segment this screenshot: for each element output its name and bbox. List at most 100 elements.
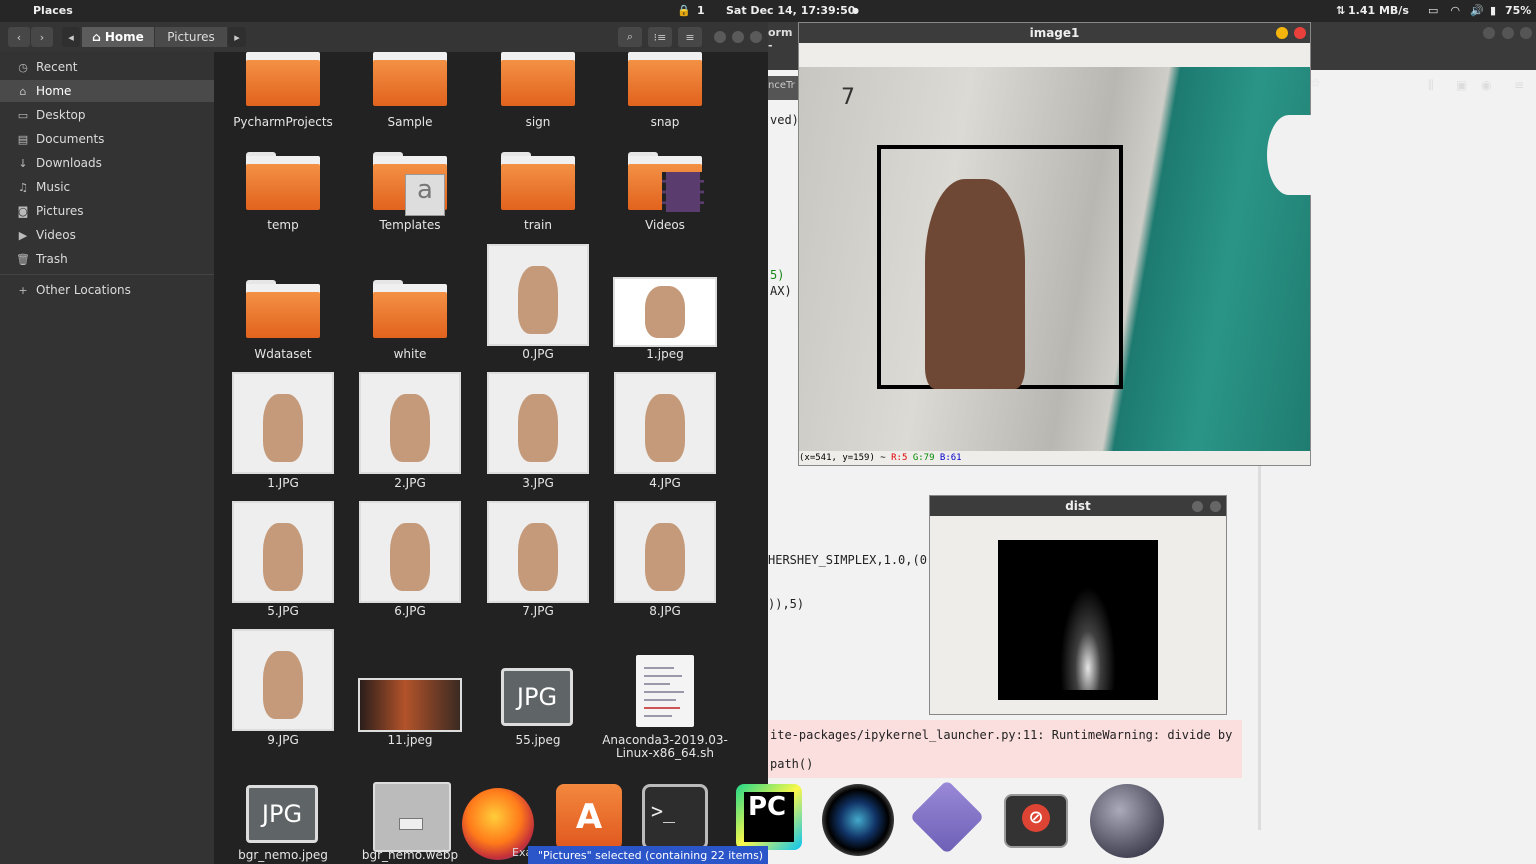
battery-icon[interactable]: ▮ <box>1490 4 1496 17</box>
file-item[interactable]: 3.JPG <box>483 372 593 492</box>
battery-percent[interactable]: 75% <box>1505 4 1531 17</box>
display-icon[interactable]: ▭ <box>1428 4 1438 17</box>
file-item[interactable]: 11.jpeg <box>355 629 465 759</box>
folder-icon <box>501 152 575 210</box>
sidebar-item-videos[interactable]: ▶ Videos <box>0 224 214 246</box>
window-minimize-icon[interactable] <box>714 31 726 43</box>
sidebar-item-recent[interactable]: ◷ Recent <box>0 56 214 78</box>
back-arrow-icon[interactable]: ‹ <box>8 27 30 47</box>
warning-line-1: ite-packages/ipykernel_launcher.py:11: R… <box>770 728 1233 742</box>
library-icon[interactable]: ⫼ <box>1428 78 1434 93</box>
breadcrumb-pictures[interactable]: Pictures <box>155 27 227 47</box>
file-item[interactable]: Sample <box>355 52 465 132</box>
volume-icon[interactable]: 🔊 <box>1470 4 1484 17</box>
image1-minimize-icon[interactable] <box>1276 27 1288 39</box>
file-item[interactable]: Videos <box>610 148 720 234</box>
webcam-icon[interactable] <box>822 784 894 856</box>
image1-window[interactable]: image1 7 (x=541, y=159) ~ R:5 G:79 B:61 <box>798 22 1311 466</box>
bg-window-close-icon[interactable] <box>1520 27 1532 39</box>
hamburger-menu-icon[interactable]: ≡ <box>678 27 702 47</box>
pycharm-icon[interactable]: PC <box>736 784 802 850</box>
sidebar-item-trash[interactable]: 🗑 Trash <box>0 248 214 270</box>
sidebar-item-pictures[interactable]: ◙ Pictures <box>0 200 214 222</box>
indicator-number[interactable]: 1 <box>697 4 705 17</box>
sidebar-item-downloads[interactable]: ↓ Downloads <box>0 152 214 174</box>
clock[interactable]: Sat Dec 14, 17:39:50 <box>726 4 855 17</box>
status-coords: (x=541, y=159) ~ <box>799 453 886 463</box>
download-icon: ↓ <box>18 156 28 170</box>
file-item[interactable]: 0.JPG <box>483 244 593 362</box>
file-item[interactable]: 1.JPG <box>228 372 338 492</box>
sidebar-item-other-locations[interactable]: + Other Locations <box>0 279 214 301</box>
terminal-icon[interactable]: >_ <box>642 784 708 850</box>
dist-window[interactable]: dist <box>929 495 1227 715</box>
window-close-icon[interactable] <box>750 31 762 43</box>
search-icon[interactable]: ⌕ <box>618 27 642 47</box>
software-center-icon[interactable]: A <box>556 784 622 850</box>
file-label: snap <box>650 115 680 129</box>
sidebar-label: Recent <box>36 60 78 74</box>
sidebar-item-desktop[interactable]: ▭ Desktop <box>0 104 214 126</box>
star-icon[interactable]: ☆ <box>1310 76 1330 90</box>
menu-icon[interactable]: ≡ <box>1514 78 1524 92</box>
sidebar-item-music[interactable]: ♫ Music <box>0 176 214 198</box>
file-item[interactable]: bgr_nemo.webp <box>355 772 465 864</box>
breadcrumb-right-icon[interactable]: ▸ <box>228 27 246 47</box>
file-item[interactable]: a Templates <box>355 148 465 234</box>
file-label: bgr_nemo.jpeg <box>238 848 328 862</box>
image-thumbnail <box>487 372 589 474</box>
file-item[interactable]: 9.JPG <box>228 629 338 759</box>
file-label: 1.JPG <box>267 476 299 490</box>
app-menu-title[interactable]: Places <box>33 4 73 17</box>
launchpad-rocket-icon[interactable] <box>1090 784 1164 858</box>
file-item[interactable]: white <box>355 246 465 362</box>
breadcrumb-left-icon[interactable]: ◂ <box>62 27 80 47</box>
file-item[interactable]: Anaconda3-2019.03-Linux-x86_64.sh <box>602 629 728 760</box>
file-label: 2.JPG <box>394 476 426 490</box>
file-item[interactable]: temp <box>228 148 338 234</box>
image-thumbnail <box>232 629 334 731</box>
breadcrumb-pictures-label: Pictures <box>167 30 215 44</box>
file-item[interactable]: 2.JPG <box>355 372 465 492</box>
folder-icon <box>628 52 702 106</box>
image1-close-icon[interactable] <box>1294 27 1306 39</box>
sidebar-label: Music <box>36 180 71 194</box>
file-item[interactable]: sign <box>483 52 593 132</box>
background-tab-fragment[interactable]: nceTr <box>768 76 798 100</box>
file-item[interactable]: 5.JPG <box>228 501 338 621</box>
wifi-icon[interactable]: ◠ <box>1451 4 1459 17</box>
file-label: 7.JPG <box>522 604 554 618</box>
dist-titlebar[interactable]: dist <box>930 496 1226 516</box>
view-options-icon[interactable]: ⁝≡ <box>648 27 672 47</box>
folder-icon <box>246 52 320 106</box>
forward-arrow-icon[interactable]: › <box>31 27 53 47</box>
file-item[interactable]: JPG bgr_nemo.jpeg <box>228 772 338 864</box>
blocked-app-icon[interactable]: ⊘ <box>1004 794 1068 848</box>
sidebar-toggle-icon[interactable]: ▣ <box>1456 78 1467 92</box>
image1-titlebar[interactable]: image1 <box>799 23 1310 43</box>
bg-window-max-icon[interactable] <box>1502 27 1514 39</box>
file-item[interactable]: Wdataset <box>228 246 338 362</box>
sidebar-item-home[interactable]: ⌂ Home <box>0 80 214 102</box>
dist-minimize-icon[interactable] <box>1192 501 1203 512</box>
file-item[interactable]: 4.JPG <box>610 372 720 492</box>
account-icon[interactable]: ◉ <box>1481 78 1491 92</box>
file-item[interactable]: 1.jpeg <box>610 246 720 362</box>
file-item[interactable]: 8.JPG <box>610 501 720 621</box>
dist-close-icon[interactable] <box>1210 501 1221 512</box>
file-item[interactable]: train <box>483 148 593 234</box>
window-maximize-icon[interactable] <box>732 31 744 43</box>
file-item[interactable]: 7.JPG <box>483 501 593 621</box>
background-title-fragment: orm - <box>768 26 793 52</box>
prediction-label: 7 <box>841 85 855 110</box>
sidebar-item-documents[interactable]: ▤ Documents <box>0 128 214 150</box>
file-item[interactable]: snap <box>610 52 720 132</box>
file-item[interactable]: JPG 55.jpeg <box>483 629 593 759</box>
file-item[interactable]: 6.JPG <box>355 501 465 621</box>
bg-window-min-icon[interactable] <box>1483 27 1495 39</box>
breadcrumb-home[interactable]: ⌂ Home <box>82 27 154 47</box>
file-item[interactable]: PycharmProjects <box>228 52 338 132</box>
lock-icon[interactable]: 🔒 <box>677 4 691 17</box>
image-thumbnail <box>359 501 461 603</box>
network-speed[interactable]: 1.41 MB/s <box>1348 4 1409 17</box>
